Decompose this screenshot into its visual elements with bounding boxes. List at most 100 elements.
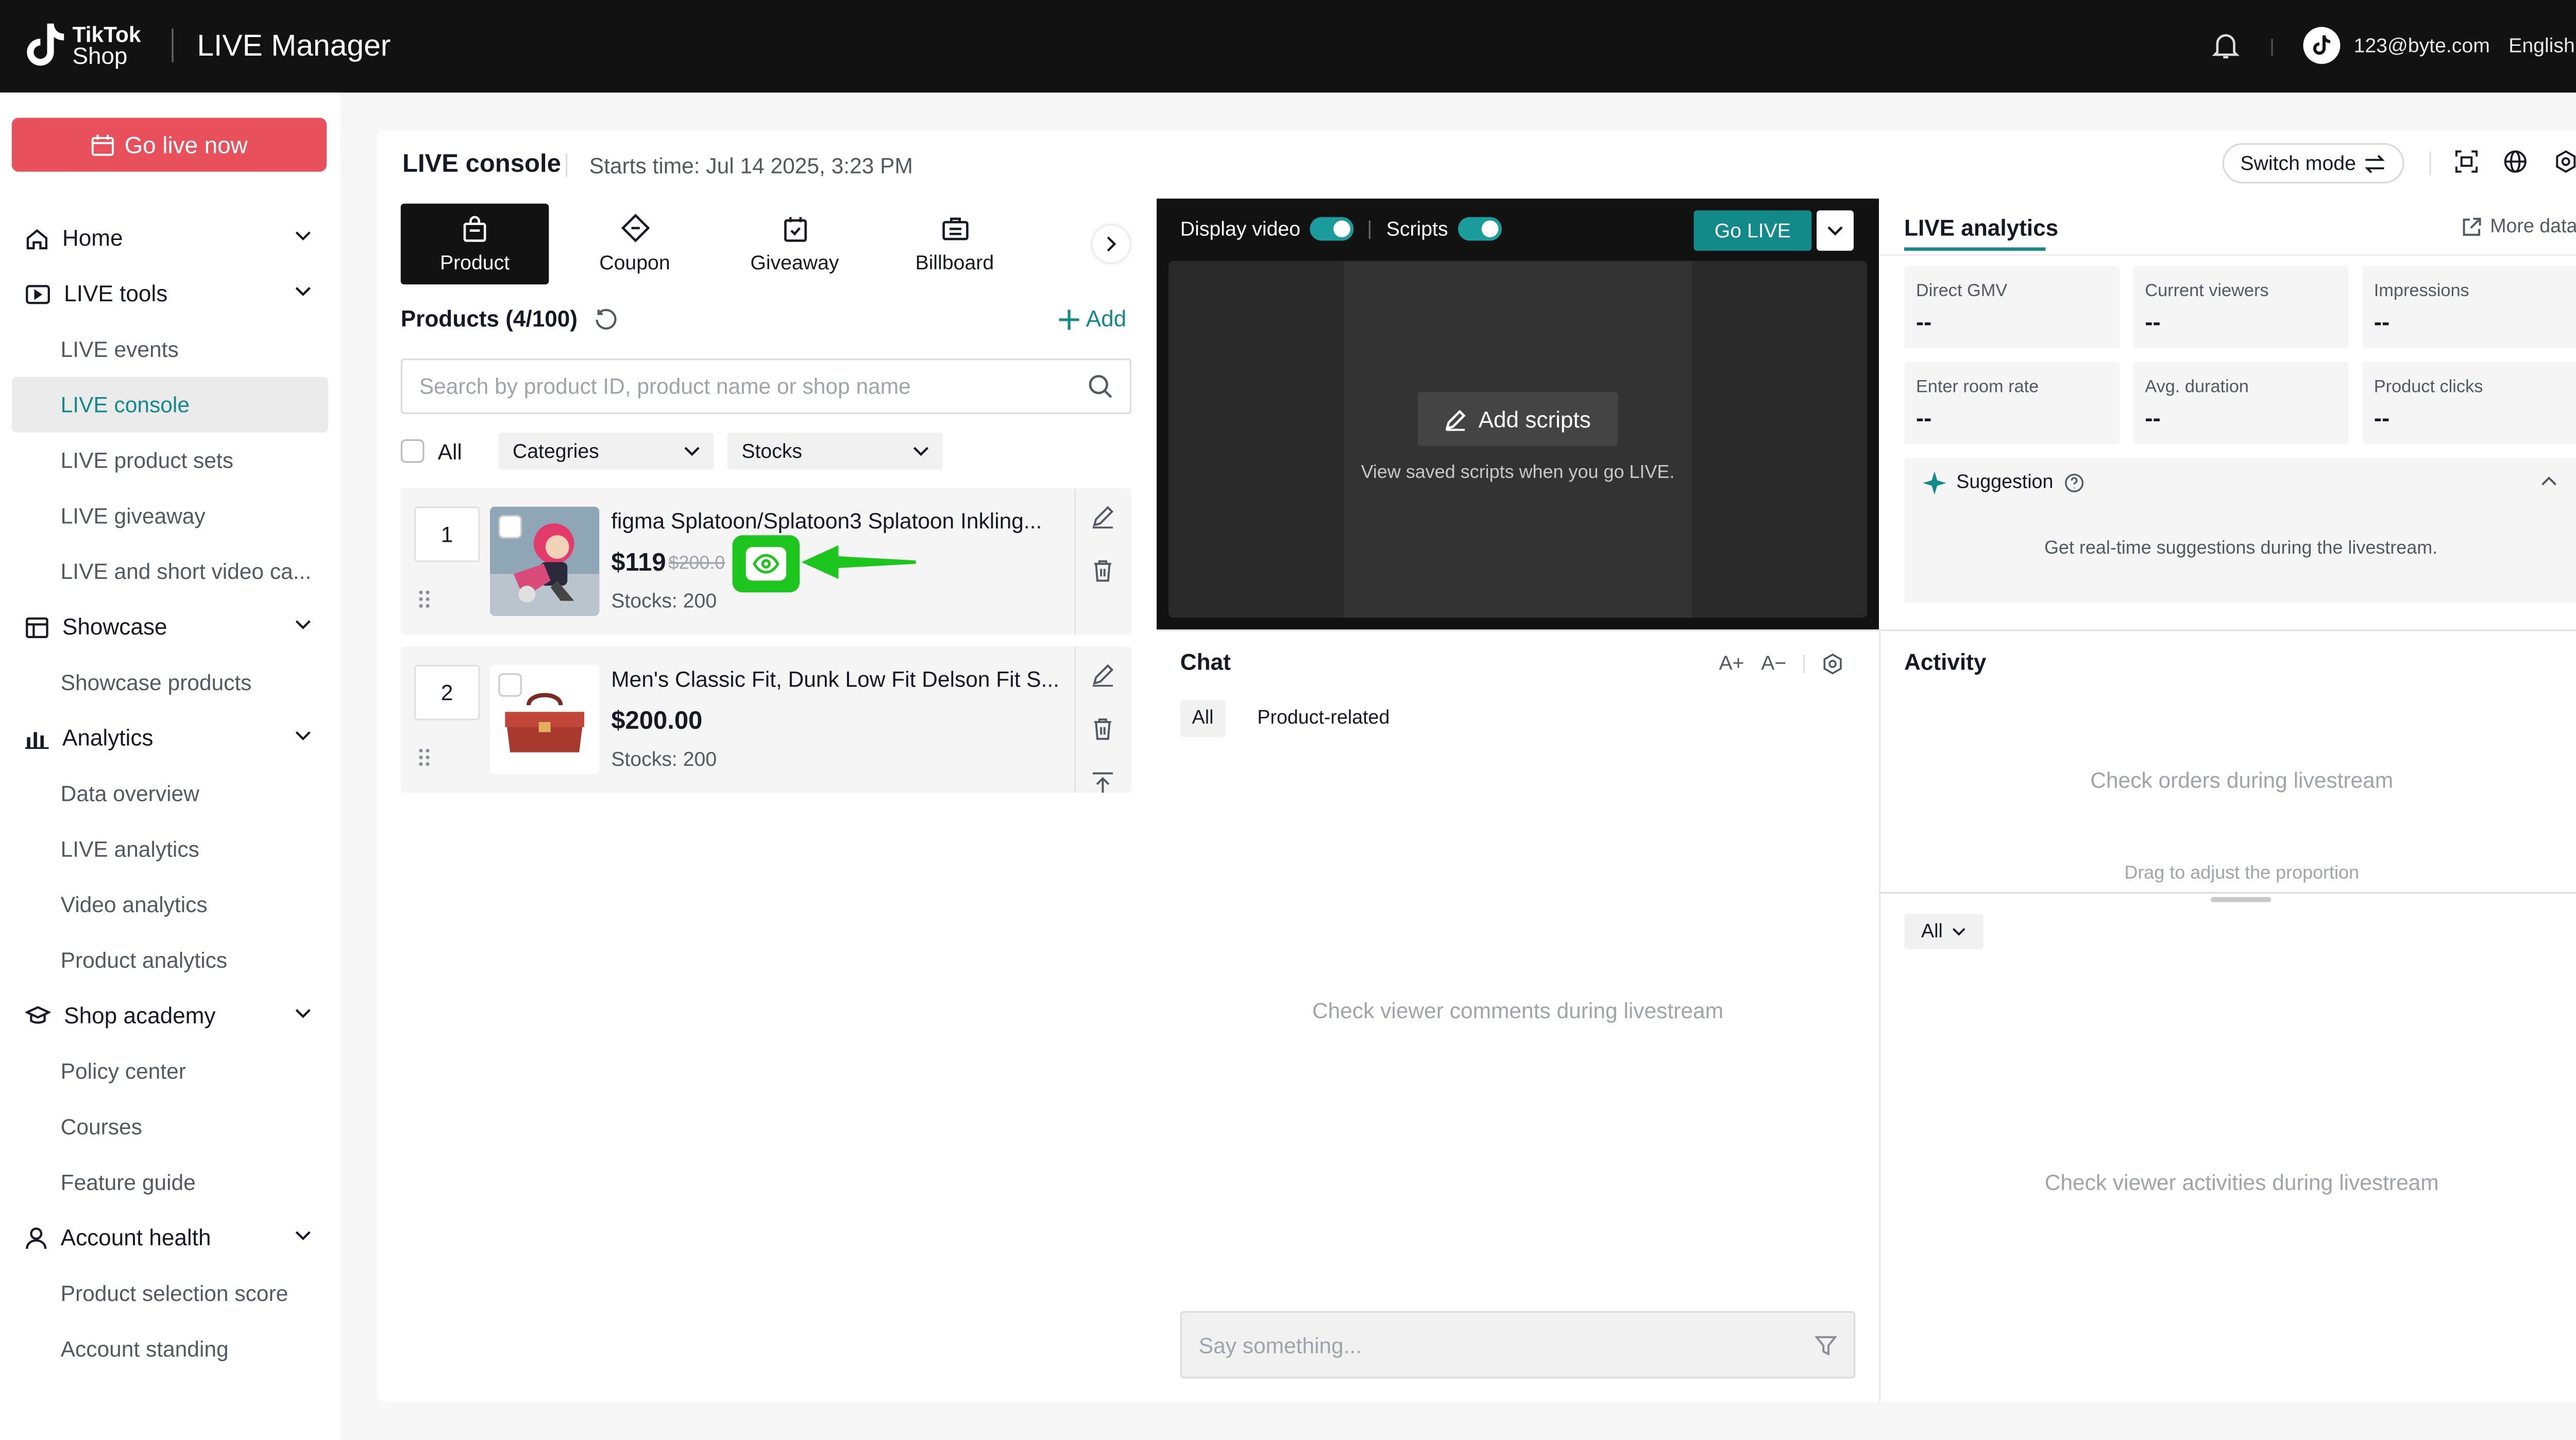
sidebar-item-shop-academy[interactable]: Shop academy	[12, 988, 328, 1043]
sidebar-item-courses[interactable]: Courses	[12, 1099, 328, 1155]
top-divider	[172, 28, 174, 62]
sidebar-item-account-standing[interactable]: Account standing	[12, 1321, 328, 1377]
sidebar-item-product-analytics[interactable]: Product analytics	[12, 932, 328, 988]
drag-handle-icon[interactable]	[417, 747, 431, 767]
language-selector[interactable]: English	[2509, 33, 2576, 57]
product-thumbnail	[489, 664, 600, 775]
add-scripts-button[interactable]: Add scripts	[1417, 392, 1618, 446]
live-calendar-icon	[91, 133, 114, 155]
tool-tabs: Product Coupon Giveaway Billboard	[400, 203, 1131, 285]
trash-icon[interactable]	[1091, 559, 1115, 582]
sidebar-item-live-product-sets[interactable]: LIVE product sets	[12, 433, 328, 488]
chat-tools-divider	[1803, 654, 1805, 673]
display-video-toggle[interactable]	[1310, 217, 1354, 241]
add-product-button[interactable]: Add	[1059, 306, 1126, 332]
product-name[interactable]: figma Splatoon/Splatoon3 Splatoon Inklin…	[611, 508, 1062, 534]
sidebar-item-live-events[interactable]: LIVE events	[12, 321, 328, 377]
notification-bell-icon[interactable]	[2211, 30, 2241, 61]
tiktok-shop-logo[interactable]: TikTok Shop	[24, 20, 141, 71]
help-circle-icon[interactable]	[2063, 473, 2083, 493]
preview-eye-button[interactable]	[732, 535, 800, 593]
product-checkbox[interactable]	[498, 673, 522, 697]
product-rank-input[interactable]: 1	[414, 506, 480, 562]
tab-product[interactable]: Product	[400, 203, 549, 285]
sidebar-item-live-short-video[interactable]: LIVE and short video ca...	[12, 544, 328, 599]
sidebar-item-showcase-products[interactable]: Showcase products	[12, 655, 328, 710]
user-email[interactable]: 123@byte.com	[2354, 33, 2490, 57]
tab-coupon[interactable]: Coupon	[561, 203, 709, 284]
go-live-now-label: Go live now	[124, 131, 248, 159]
live-console-card: LIVE console Starts time: Jul 14 2025, 3…	[377, 129, 2576, 1402]
sparkle-icon	[1922, 471, 1946, 495]
metric-avg-duration: Avg. duration --	[2133, 362, 2349, 444]
trash-icon[interactable]	[1091, 717, 1115, 741]
globe-icon[interactable]	[2503, 150, 2527, 174]
sidebar-item-account-health[interactable]: Account health	[12, 1210, 328, 1266]
chevron-down-icon	[685, 447, 701, 456]
drag-handle-icon[interactable]	[417, 589, 431, 609]
font-increase-button[interactable]: A+	[1719, 652, 1744, 675]
sidebar-item-home[interactable]: Home	[12, 210, 328, 266]
metric-value: --	[2145, 404, 2161, 431]
sidebar-item-analytics[interactable]: Analytics	[12, 710, 328, 766]
sidebar-item-live-tools[interactable]: LIVE tools	[12, 266, 328, 321]
metric-label: Direct GMV	[1916, 281, 2008, 301]
chevron-up-icon[interactable]	[2540, 476, 2557, 487]
select-all-checkbox[interactable]	[400, 439, 425, 463]
metric-impressions: Impressions --	[2362, 266, 2576, 349]
live-analytics-title[interactable]: LIVE analytics	[1904, 215, 2058, 241]
chat-tab-all[interactable]: All	[1180, 700, 1226, 738]
video-stage: Add scripts View saved scripts when you …	[1168, 261, 1868, 618]
chat-message-input[interactable]	[1182, 1312, 1788, 1377]
product-name[interactable]: Men's Classic Fit, Dunk Low Fit Delson F…	[611, 666, 1062, 692]
edit-pencil-icon[interactable]	[1091, 505, 1115, 529]
tabs-next-button[interactable]	[1092, 225, 1130, 263]
sidebar-label-account-health: Account health	[60, 1225, 211, 1251]
filter-icon[interactable]	[1815, 1334, 1837, 1356]
switch-mode-button[interactable]: Switch mode	[2222, 143, 2404, 184]
sidebar-item-product-selection-score[interactable]: Product selection score	[12, 1265, 328, 1321]
chevron-down-icon	[295, 287, 311, 296]
product-search-input[interactable]	[402, 360, 1059, 413]
sidebar-item-feature-guide[interactable]: Feature guide	[12, 1155, 328, 1210]
scripts-toggle[interactable]	[1458, 217, 1502, 241]
sidebar-item-video-analytics[interactable]: Video analytics	[12, 877, 328, 933]
user-avatar[interactable]	[2303, 27, 2341, 64]
edit-pencil-icon[interactable]	[1091, 663, 1115, 687]
sidebar-item-live-analytics[interactable]: LIVE analytics	[12, 821, 328, 877]
products-heading: Products (4/100)	[401, 306, 618, 332]
proportion-drag-handle[interactable]	[2210, 897, 2272, 902]
search-icon[interactable]	[1088, 373, 1113, 399]
stocks-dropdown[interactable]: Stocks	[728, 432, 944, 470]
activity-filter-dropdown[interactable]: All	[1904, 914, 1984, 950]
categories-dropdown[interactable]: Categries	[499, 432, 715, 470]
graduation-cap-icon	[25, 1006, 51, 1024]
tab-billboard[interactable]: Billboard	[880, 203, 1029, 284]
sidebar-item-live-giveaway[interactable]: LIVE giveaway	[12, 488, 328, 544]
go-live-button[interactable]: Go LIVE	[1693, 210, 1812, 251]
chat-settings-icon[interactable]	[1822, 652, 1843, 674]
product-rank-input[interactable]: 2	[414, 664, 480, 721]
go-live-now-button[interactable]: Go live now	[11, 117, 327, 172]
sidebar-item-policy-center[interactable]: Policy center	[12, 1043, 328, 1099]
fullscreen-icon[interactable]	[2455, 150, 2479, 174]
more-data-link[interactable]: More data	[2462, 217, 2576, 237]
sidebar-item-live-console[interactable]: LIVE console	[11, 377, 329, 433]
chat-tab-product-related[interactable]: Product-related	[1246, 700, 1402, 737]
sidebar-item-data-overview[interactable]: Data overview	[12, 766, 328, 821]
shopping-bag-icon	[463, 215, 486, 241]
settings-icon[interactable]	[2554, 150, 2576, 174]
sidebar-label-shop-academy: Shop academy	[64, 1003, 216, 1028]
refresh-icon[interactable]	[595, 307, 618, 331]
font-decrease-button[interactable]: A−	[1761, 652, 1786, 675]
pin-to-top-icon[interactable]	[1091, 771, 1115, 795]
tab-giveaway[interactable]: Giveaway	[721, 203, 869, 284]
go-live-options-button[interactable]	[1817, 210, 1854, 251]
language-label: English	[2509, 33, 2575, 58]
sidebar-item-showcase[interactable]: Showcase	[12, 599, 328, 655]
panel-divider-horizontal	[1157, 629, 2576, 631]
product-row[interactable]: 2 Men's Classic Fit, Dunk Low Fit Delson…	[400, 646, 1132, 795]
chevron-down-icon	[295, 1009, 311, 1018]
categories-label: Categries	[512, 439, 599, 463]
product-checkbox[interactable]	[498, 515, 522, 539]
